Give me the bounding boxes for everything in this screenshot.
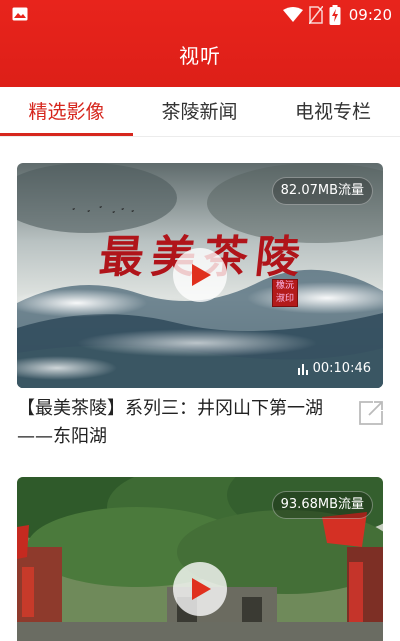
share-icon[interactable] — [358, 400, 384, 426]
video-duration: 00:10:46 — [297, 361, 371, 376]
tab-chaling-news[interactable]: 茶陵新闻 — [133, 87, 266, 137]
status-time: 09:20 — [348, 6, 392, 24]
status-icons: 09:20 — [282, 4, 392, 26]
volume-bars-icon — [297, 363, 308, 375]
tab-bar: 精选影像 茶陵新闻 电视专栏 — [0, 87, 400, 137]
tab-tv-column[interactable]: 电视专栏 — [266, 87, 400, 137]
tab-featured-videos[interactable]: 精选影像 — [0, 87, 133, 137]
image-notification-icon — [12, 7, 28, 21]
play-icon — [192, 578, 211, 600]
play-button[interactable] — [173, 248, 227, 302]
data-size-badge: 93.68MB流量 — [271, 491, 373, 519]
battery-charging-icon — [329, 5, 341, 25]
wifi-icon — [282, 7, 303, 22]
video-title[interactable]: 【最美茶陵】系列三：井冈山下第一湖——东阳湖 — [17, 395, 347, 451]
video-thumbnail[interactable]: 93.68MB流量 — [17, 477, 383, 641]
play-icon — [192, 264, 211, 286]
play-button[interactable] — [173, 562, 227, 616]
active-tab-indicator — [0, 133, 133, 136]
app-header: 09:20 视听 — [0, 0, 400, 87]
red-seal-stamp: 橡沅 淑印 — [272, 279, 298, 307]
video-thumbnail[interactable]: 最美茶陵 橡沅 淑印 82.07MB流量 00:10:46 — [17, 163, 383, 388]
page-title: 视听 — [179, 44, 221, 68]
no-sim-icon — [308, 6, 323, 24]
data-size-badge: 82.07MB流量 — [271, 177, 373, 205]
status-bar: 09:20 — [0, 0, 400, 30]
duration-text: 00:10:46 — [312, 361, 371, 376]
